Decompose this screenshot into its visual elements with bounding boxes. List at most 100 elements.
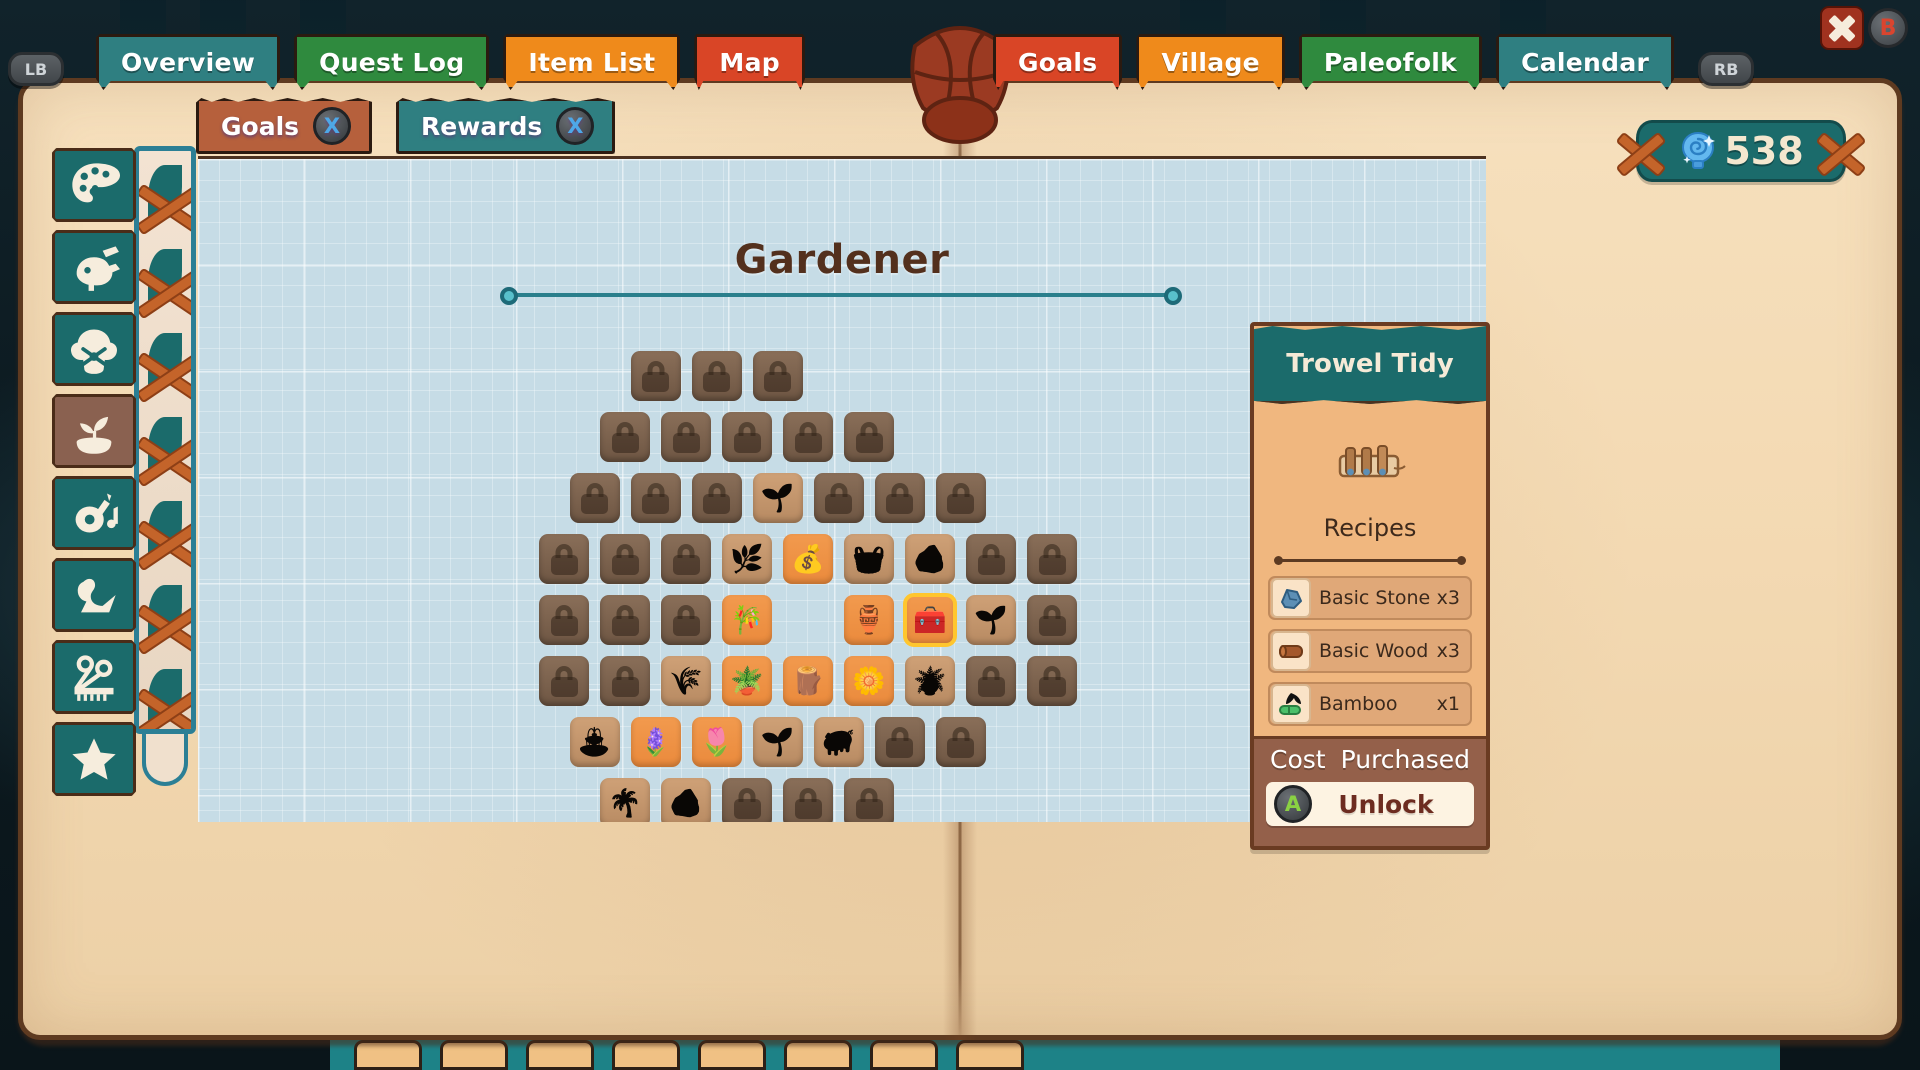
lock-icon (1038, 543, 1066, 575)
lock-icon (947, 726, 974, 758)
tab-item-list[interactable]: Item List (503, 34, 681, 90)
reward-cell-lock[interactable] (783, 778, 833, 822)
lock-icon (672, 421, 700, 453)
unlock-button[interactable]: A Unlock (1266, 782, 1474, 826)
lock-icon (794, 421, 822, 453)
item-title: Trowel Tidy (1254, 326, 1486, 404)
reward-cell-lock[interactable] (844, 412, 894, 462)
reward-cell-lock[interactable] (874, 473, 925, 523)
reward-cell-seed-bag[interactable]: 💰 (783, 534, 833, 584)
sidebar-item-favorites[interactable] (52, 722, 136, 796)
reward-cell-lock[interactable] (752, 351, 803, 401)
reward-cell-lock[interactable] (722, 778, 772, 822)
reward-cell-lock[interactable] (874, 717, 925, 767)
sidebar-item-cooking[interactable] (52, 312, 136, 386)
reward-cell-stone-pile[interactable]: 🪨 (661, 778, 711, 822)
potted-plant-icon (76, 416, 112, 454)
reward-cell-lock[interactable] (1027, 656, 1077, 706)
tab-label: Item List (528, 47, 656, 77)
reward-cell-lock[interactable] (966, 534, 1016, 584)
reward-cell-rake[interactable]: 🎋 (722, 595, 772, 645)
reward-cell-shrub[interactable]: 🌾 (661, 656, 711, 706)
subtab-label: Rewards (421, 111, 543, 141)
seed-bag-icon: 💰 (791, 543, 825, 575)
currency-badge: 538 (1615, 120, 1867, 182)
reward-cell-lock[interactable] (539, 534, 589, 584)
progress-line (500, 287, 1182, 305)
sidebar-item-music[interactable] (52, 476, 136, 550)
tab-village[interactable]: Village (1136, 34, 1285, 90)
sidebar-item-origami[interactable] (52, 558, 136, 632)
tab-quest-log[interactable]: Quest Log (294, 34, 490, 90)
sidebar-item-gardener[interactable] (52, 394, 136, 468)
scissors-comb-icon (74, 655, 114, 701)
reward-cell-lock[interactable] (600, 412, 650, 462)
tab-label: Map (719, 47, 780, 77)
ingredient-quantity: x3 (1436, 640, 1460, 662)
reward-cell-lock[interactable] (935, 717, 986, 767)
reward-cell-log[interactable]: 🪵 (783, 656, 833, 706)
reward-cell-lock[interactable] (630, 351, 681, 401)
tab-overview[interactable]: Overview (96, 34, 281, 90)
reward-cell-potted-sprout[interactable]: 🌱 (966, 595, 1016, 645)
sapling-icon: 🌴 (608, 787, 642, 819)
sprout-pot-icon: 🌱 (760, 726, 795, 758)
reward-cell-lock[interactable] (1027, 595, 1077, 645)
tab-calendar[interactable]: Calendar (1496, 34, 1675, 90)
reward-cell-lock[interactable] (661, 412, 711, 462)
reward-cell-sprout-pot[interactable]: 🌱 (752, 717, 803, 767)
reward-cell-lock[interactable] (966, 656, 1016, 706)
reward-cell-sprout-bowl[interactable]: 🌱 (752, 473, 803, 523)
tab-map[interactable]: Map (694, 34, 805, 90)
currency-deco-right (1813, 126, 1869, 182)
reward-grid-row: 🌿 💰 🧺 🪨 (539, 534, 1238, 584)
reward-cell-sapling[interactable]: 🌴 (600, 778, 650, 822)
reward-cell-planter-box[interactable]: 🪴 (722, 656, 772, 706)
reward-cell-lock[interactable] (539, 656, 589, 706)
tab-paleofolk[interactable]: Paleofolk (1298, 34, 1483, 90)
reward-cell-flower-bed[interactable]: 🌷 (691, 717, 742, 767)
reward-cell-lock[interactable] (813, 473, 864, 523)
reward-cell-lock[interactable] (600, 534, 650, 584)
planter-box-icon: 🪴 (730, 665, 764, 697)
reward-cell-birdbath[interactable]: ⛲ (569, 717, 620, 767)
reward-cell-lock[interactable] (783, 412, 833, 462)
reward-cell-venus-flytrap[interactable]: 🪻 (630, 717, 681, 767)
reward-cell-lock[interactable] (569, 473, 620, 523)
reward-cell-flower-trough[interactable]: 🌼 (844, 656, 894, 706)
palm-pot-icon: 🪴 (913, 665, 947, 697)
reward-cell-palm-pot[interactable]: 🪴 (905, 656, 955, 706)
reward-cell-lock[interactable] (691, 473, 742, 523)
reward-cell-lock[interactable] (661, 534, 711, 584)
reward-cell-rock-garden[interactable]: 🪨 (905, 534, 955, 584)
sidebar-item-barber[interactable] (52, 640, 136, 714)
subtab-rewards[interactable]: Rewards X (396, 98, 616, 154)
reward-cell-topiary[interactable]: 🐖 (813, 717, 864, 767)
reward-cell-lock[interactable] (691, 351, 742, 401)
tab-goals[interactable]: Goals (992, 34, 1123, 90)
rake-icon: 🎋 (730, 604, 764, 636)
reward-cell-lock[interactable] (1027, 534, 1077, 584)
reward-cell-bush[interactable]: 🌿 (722, 534, 772, 584)
cost-value: Purchased (1340, 745, 1470, 774)
reward-cell-lock[interactable] (600, 656, 650, 706)
reward-cell-lock[interactable] (539, 595, 589, 645)
reward-cell-lock[interactable] (630, 473, 681, 523)
reward-cell-vase[interactable]: 🏺 (844, 595, 894, 645)
reward-cell-lock[interactable] (600, 595, 650, 645)
lock-icon (550, 543, 578, 575)
reward-cell-trowel-tidy[interactable]: 🧰 (903, 593, 957, 647)
lock-icon (1038, 665, 1066, 697)
reward-cell-lock[interactable] (722, 412, 772, 462)
sprout-bowl-icon: 🌱 (760, 482, 795, 514)
reward-cell-lock[interactable] (935, 473, 986, 523)
lock-icon (764, 360, 791, 392)
sidebar-item-fossils[interactable] (52, 230, 136, 304)
reward-cell-basket[interactable]: 🧺 (844, 534, 894, 584)
item-detail-body: Recipes Basic Stone x3 Basic Wood x3 Bamboo x… (1254, 404, 1486, 726)
subtab-goals[interactable]: Goals X (196, 98, 373, 154)
reward-cell-lock[interactable] (844, 778, 894, 822)
close-button[interactable] (1820, 6, 1864, 50)
sidebar-item-art[interactable] (52, 148, 136, 222)
reward-cell-lock[interactable] (661, 595, 711, 645)
